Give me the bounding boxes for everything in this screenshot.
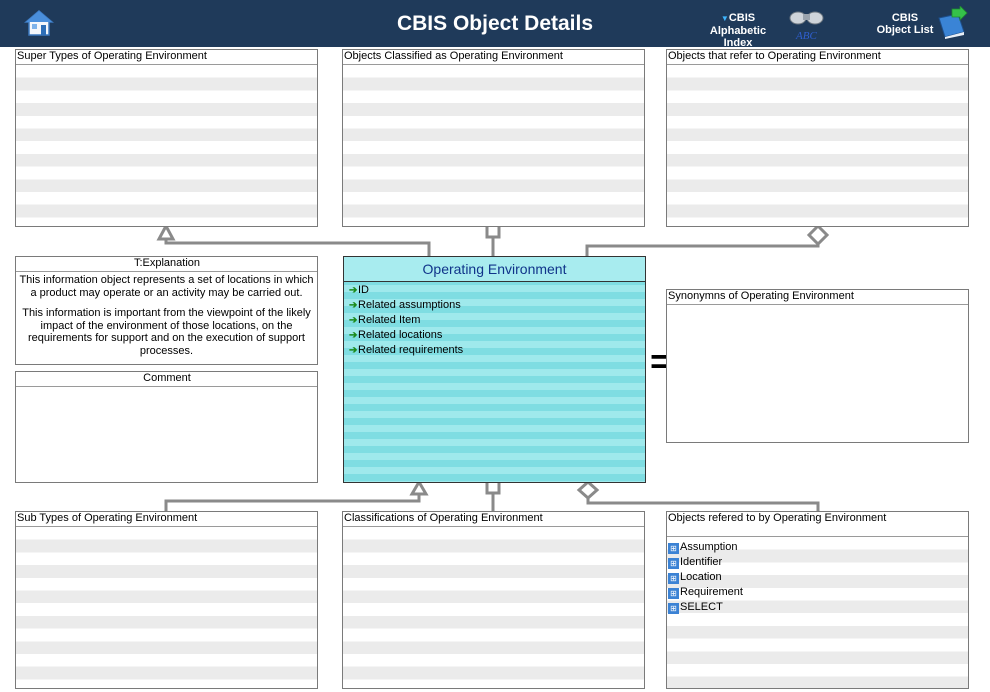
list-item[interactable]: ⊞ Location [667,570,968,585]
object-type-icon: ⊞ [668,543,679,554]
list-item-label: SELECT [680,601,723,613]
attribute-label: Related requirements [358,344,464,356]
comment-title: Comment [16,372,317,387]
attribute-item[interactable]: ➔Related locations [344,328,645,343]
attribute-label: Related Item [358,314,421,326]
list-item[interactable]: ⊞ Requirement [667,585,968,600]
sub-types-panel: Sub Types of Operating Environment [15,511,318,689]
refer-to-panel: Objects that refer to Operating Environm… [666,49,969,227]
entity-box[interactable]: Operating Environment ➔ID ➔Related assum… [343,256,646,483]
comment-panel: Comment [15,371,318,483]
list-item-label: Requirement [680,586,743,598]
list-item-label: Identifier [680,556,723,568]
refer-to-title: Objects that refer to Operating Environm… [667,50,968,65]
reference-diamond-bottom [576,479,600,501]
explanation-panel: T:Explanation This information object re… [15,256,318,365]
sub-types-title: Sub Types of Operating Environment [16,512,317,527]
attribute-arrow-icon: ➔ [349,285,358,296]
refer-to-list [667,65,968,226]
classifications-title: Classifications of Operating Environment [343,512,644,527]
attribute-label: ID [358,284,369,296]
refer-to-connector [585,243,820,256]
classified-as-panel: Objects Classified as Operating Environm… [342,49,645,227]
object-type-icon: ⊞ [668,573,679,584]
classifications-panel: Classifications of Operating Environment [342,511,645,689]
classified-as-title: Objects Classified as Operating Environm… [343,50,644,65]
inheritance-triangle-bottom [409,479,429,496]
explanation-paragraph-2: This information is important from the v… [22,307,311,357]
synonyms-title: Synonymns of Operating Environment [667,290,968,305]
list-item-label: Location [680,571,722,583]
attribute-item[interactable]: ➔ID [344,283,645,298]
supertype-connector [164,237,431,256]
object-type-icon: ⊞ [668,558,679,569]
super-types-title: Super Types of Operating Environment [16,50,317,65]
attribute-arrow-icon: ➔ [349,315,358,326]
refered-by-connector [586,497,820,512]
list-item[interactable]: ⊞ Identifier [667,555,968,570]
classified-as-list [343,65,644,226]
refered-by-list: ⊞ Assumption ⊞ Identifier ⊞ Location ⊞ Requi… [667,537,968,688]
inheritance-triangle-top [156,222,176,241]
attribute-arrow-icon: ➔ [349,300,358,311]
entity-name: Operating Environment [344,257,645,282]
attribute-label: Related assumptions [358,299,461,311]
attribute-label: Related locations [358,329,443,341]
explanation-paragraph-1: This information object represents a set… [19,274,314,299]
object-type-icon: ⊞ [668,588,679,599]
refered-by-panel: Objects refered to by Operating Environm… [666,511,969,689]
attribute-arrow-icon: ➔ [349,345,358,356]
classifications-list [343,527,644,688]
super-types-list [16,65,317,226]
list-item-label: Assumption [680,541,738,553]
attribute-item[interactable]: ➔Related Item [344,313,645,328]
super-types-panel: Super Types of Operating Environment [15,49,318,227]
refered-by-title: Objects refered to by Operating Environm… [667,512,968,537]
list-item[interactable]: ⊞ SELECT [667,600,968,615]
attribute-item[interactable]: ➔Related assumptions [344,298,645,313]
subtype-connector [164,494,421,512]
synonyms-panel: Synonymns of Operating Environment [666,289,969,443]
object-type-icon: ⊞ [668,603,679,614]
explanation-title: T:Explanation [16,257,317,272]
list-item[interactable]: ⊞ Assumption [667,540,968,555]
attribute-item[interactable]: ➔Related requirements [344,343,645,358]
reference-diamond-top [806,223,830,247]
attribute-arrow-icon: ➔ [349,330,358,341]
sub-types-list [16,527,317,688]
